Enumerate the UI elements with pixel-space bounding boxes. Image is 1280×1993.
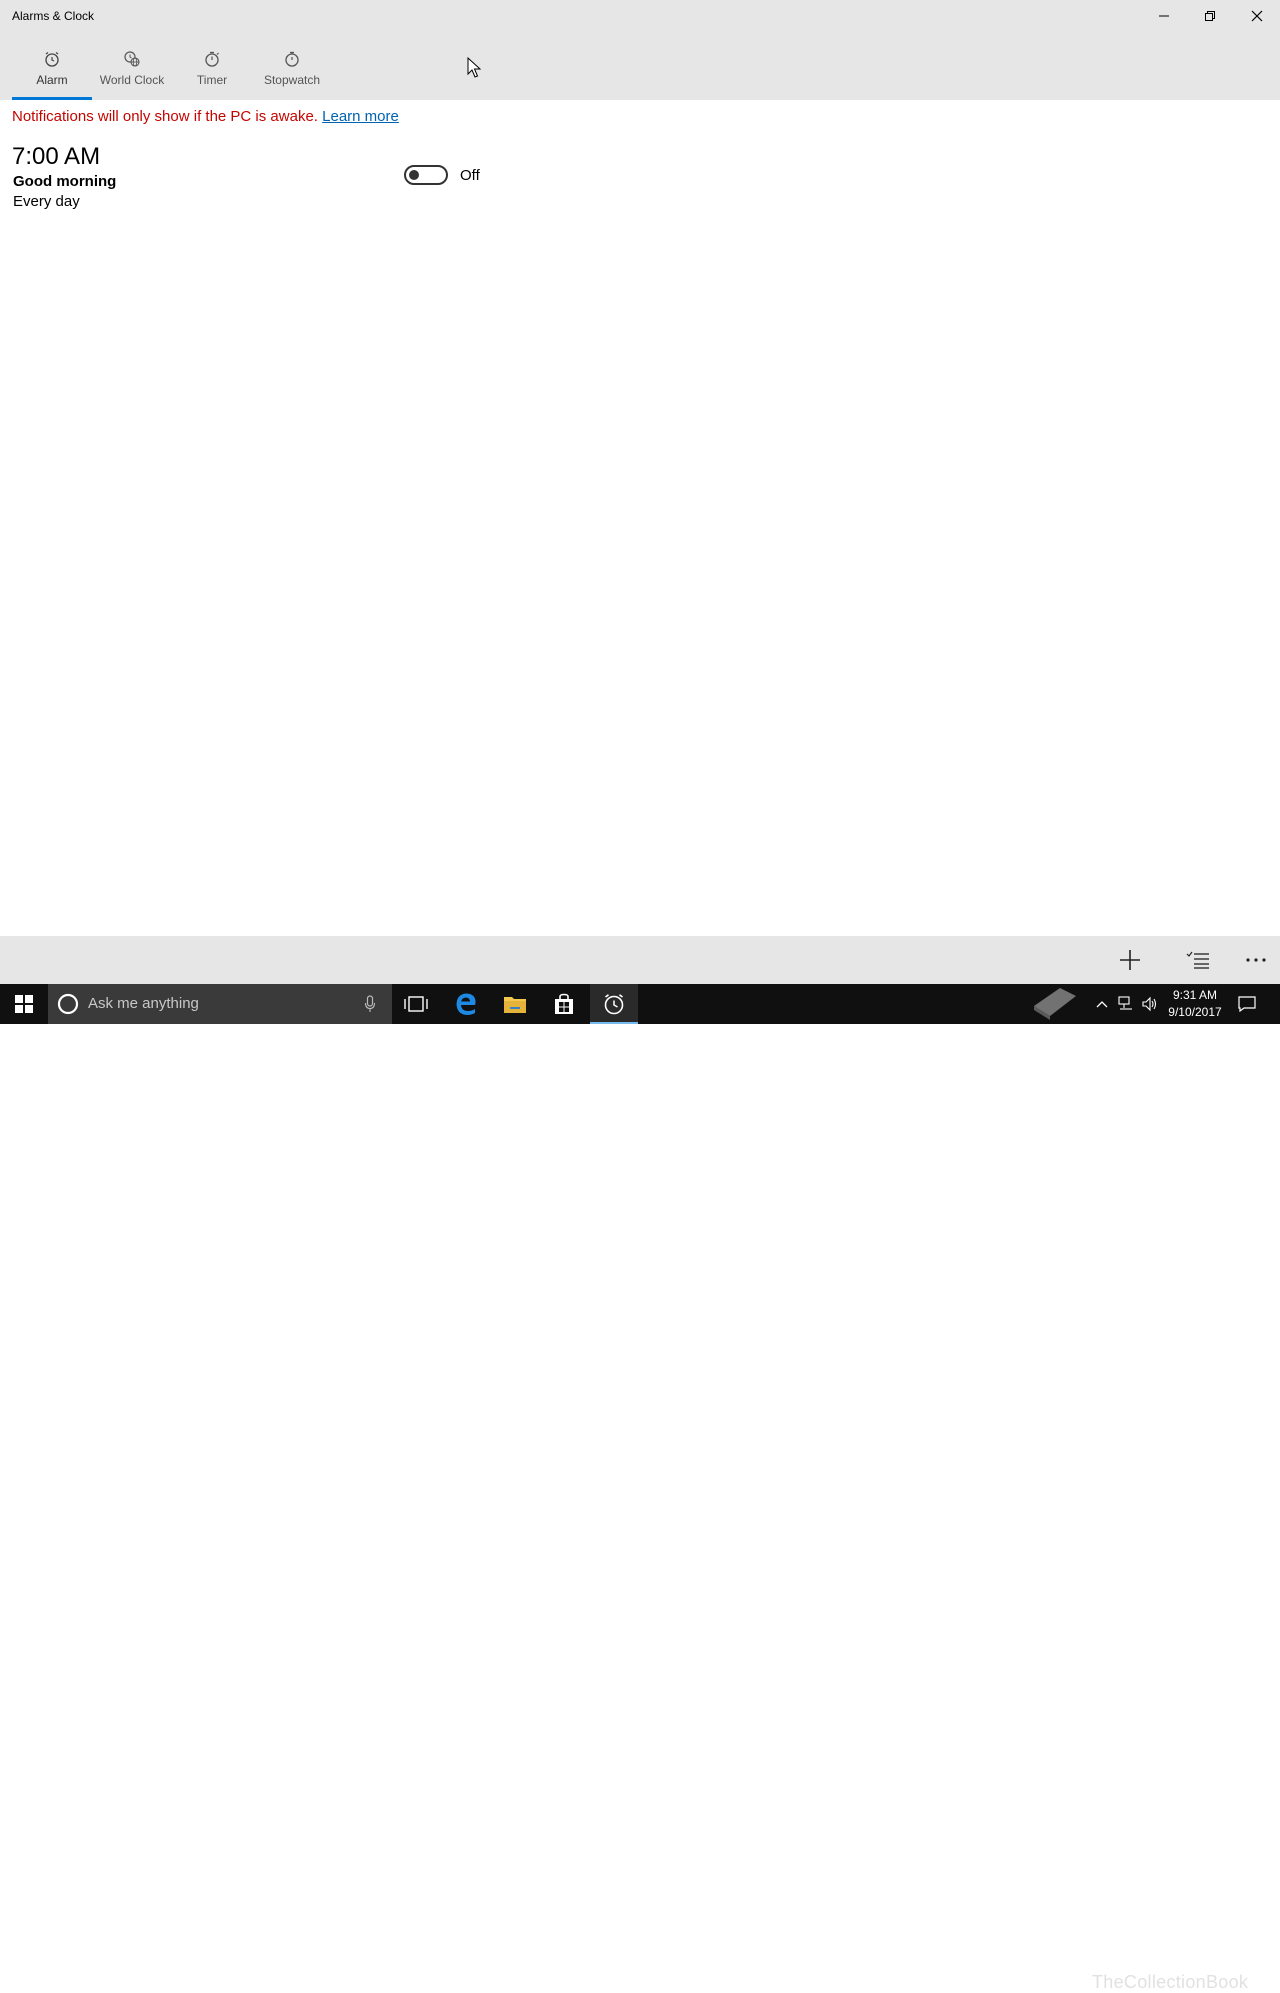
tab-world-clock[interactable]: World Clock <box>96 44 168 100</box>
tab-alarm[interactable]: Alarm <box>12 44 92 100</box>
taskbar-clock-time[interactable]: 9:31 AM <box>1164 988 1226 1002</box>
restore-button[interactable] <box>1187 0 1233 32</box>
world-clock-icon <box>123 49 141 69</box>
learn-more-link[interactable]: Learn more <box>322 108 399 125</box>
window-title: Alarms & Clock <box>12 9 95 23</box>
action-center-button[interactable] <box>1232 984 1262 1024</box>
wake-notice: Notifications will only show if the PC i… <box>12 108 399 125</box>
tab-stopwatch-label: Stopwatch <box>263 73 321 87</box>
taskbar-clock-date[interactable]: 9/10/2017 <box>1164 1005 1226 1019</box>
task-view-icon <box>404 996 428 1012</box>
tab-alarm-label: Alarm <box>36 73 68 87</box>
chevron-up-icon <box>1096 1001 1108 1008</box>
edge-browser-icon <box>456 993 476 1015</box>
show-hidden-icons-button[interactable] <box>1090 984 1114 1024</box>
watermark: TheCollectionBook <box>1092 1972 1249 1992</box>
active-tab-indicator <box>12 97 92 100</box>
app-header: Alarms & Clock Alarm World Clock Timer S… <box>0 0 1280 100</box>
restore-icon <box>1205 11 1215 21</box>
network-icon <box>1118 996 1132 1010</box>
taskbar-edge[interactable] <box>442 984 490 1024</box>
store-icon <box>555 993 573 1014</box>
microphone-icon[interactable] <box>364 995 376 1013</box>
alarm-clock-icon <box>43 49 61 69</box>
windows-logo-icon <box>15 995 33 1013</box>
alarm-toggle-state: Off <box>460 167 480 184</box>
network-button[interactable] <box>1114 984 1138 1024</box>
timer-icon <box>203 49 221 69</box>
more-options-button[interactable] <box>1232 936 1280 984</box>
alarm-repeat: Every day <box>13 193 80 210</box>
start-button[interactable] <box>0 984 48 1024</box>
alarm-clock-icon <box>604 994 624 1015</box>
close-icon <box>1251 10 1263 22</box>
mouse-cursor-icon <box>467 57 481 78</box>
alarm-name[interactable]: Good morning <box>13 173 116 190</box>
stopwatch-icon <box>283 49 301 69</box>
plus-icon <box>1120 950 1140 970</box>
tab-stopwatch[interactable]: Stopwatch <box>260 44 324 100</box>
more-icon <box>1246 958 1266 962</box>
new-alarm-button[interactable] <box>1106 936 1154 984</box>
folder-icon <box>504 997 526 1013</box>
search-placeholder: Ask me anything <box>88 995 199 1012</box>
tab-world-clock-label: World Clock <box>99 73 165 87</box>
task-view-button[interactable] <box>392 984 440 1024</box>
close-button[interactable] <box>1234 0 1280 32</box>
notification-icon <box>1238 996 1256 1012</box>
wake-notice-text: Notifications will only show if the PC i… <box>12 108 318 125</box>
command-bar <box>0 936 1280 984</box>
volume-button[interactable] <box>1138 984 1162 1024</box>
select-list-icon <box>1186 951 1209 969</box>
toggle-knob <box>409 170 419 180</box>
cortana-search-box[interactable]: Ask me anything <box>48 984 392 1024</box>
minimize-button[interactable] <box>1141 0 1187 32</box>
taskbar-store[interactable] <box>540 984 588 1024</box>
alarm-time[interactable]: 7:00 AM <box>12 143 100 171</box>
select-alarms-button[interactable] <box>1174 936 1222 984</box>
taskbar-alarms-clock[interactable] <box>590 984 638 1024</box>
taskbar-file-explorer[interactable] <box>491 984 539 1024</box>
cortana-icon <box>57 993 79 1015</box>
volume-icon <box>1142 996 1157 1012</box>
taskbar: Ask me anything TheCollectionBook 9:31 A… <box>0 984 1280 1992</box>
minimize-icon <box>1159 15 1169 17</box>
book-logo-icon <box>1034 988 1076 1020</box>
tab-timer-label: Timer <box>196 73 228 87</box>
tab-timer[interactable]: Timer <box>188 44 236 100</box>
alarm-toggle[interactable] <box>404 165 448 185</box>
